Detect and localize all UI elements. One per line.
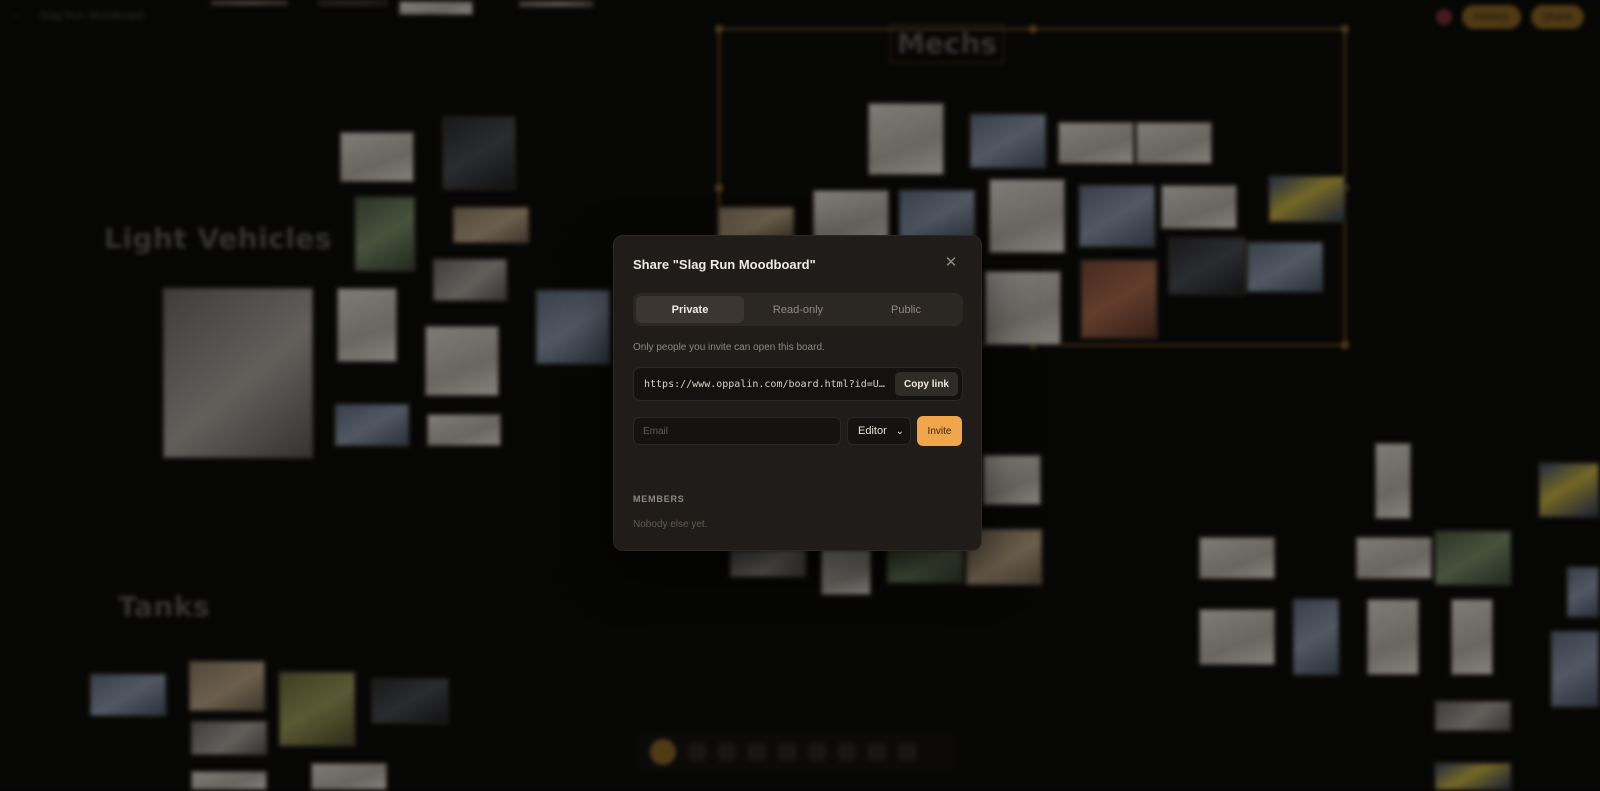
visibility-hint: Only people you invite can open this boa… xyxy=(633,342,825,353)
members-empty-state: Nobody else yet. xyxy=(633,519,708,530)
role-select-value: Editor xyxy=(858,425,887,437)
chevron-down-icon: ⌄ xyxy=(895,425,904,437)
tab-read-only[interactable]: Read-only xyxy=(744,296,852,323)
role-select[interactable]: Editor ⌄ xyxy=(847,417,911,445)
share-dialog: Share "Slag Run Moodboard" ✕ Private Rea… xyxy=(613,235,982,551)
tab-public[interactable]: Public xyxy=(852,296,960,323)
invite-row: Editor ⌄ Invite xyxy=(633,416,963,447)
visibility-segmented-control: Private Read-only Public xyxy=(633,293,963,326)
copy-link-button[interactable]: Copy link xyxy=(894,372,958,396)
tab-private[interactable]: Private xyxy=(636,296,744,323)
close-icon[interactable]: ✕ xyxy=(943,255,959,271)
members-heading: MEMBERS xyxy=(633,494,685,504)
share-link-url[interactable]: https://www.oppalin.com/board.html?id=U7… xyxy=(644,379,889,390)
invite-button[interactable]: Invite xyxy=(917,416,962,446)
email-input[interactable] xyxy=(633,417,841,445)
dialog-title: Share "Slag Run Moodboard" xyxy=(633,257,816,272)
share-link-field: https://www.oppalin.com/board.html?id=U7… xyxy=(633,367,963,401)
